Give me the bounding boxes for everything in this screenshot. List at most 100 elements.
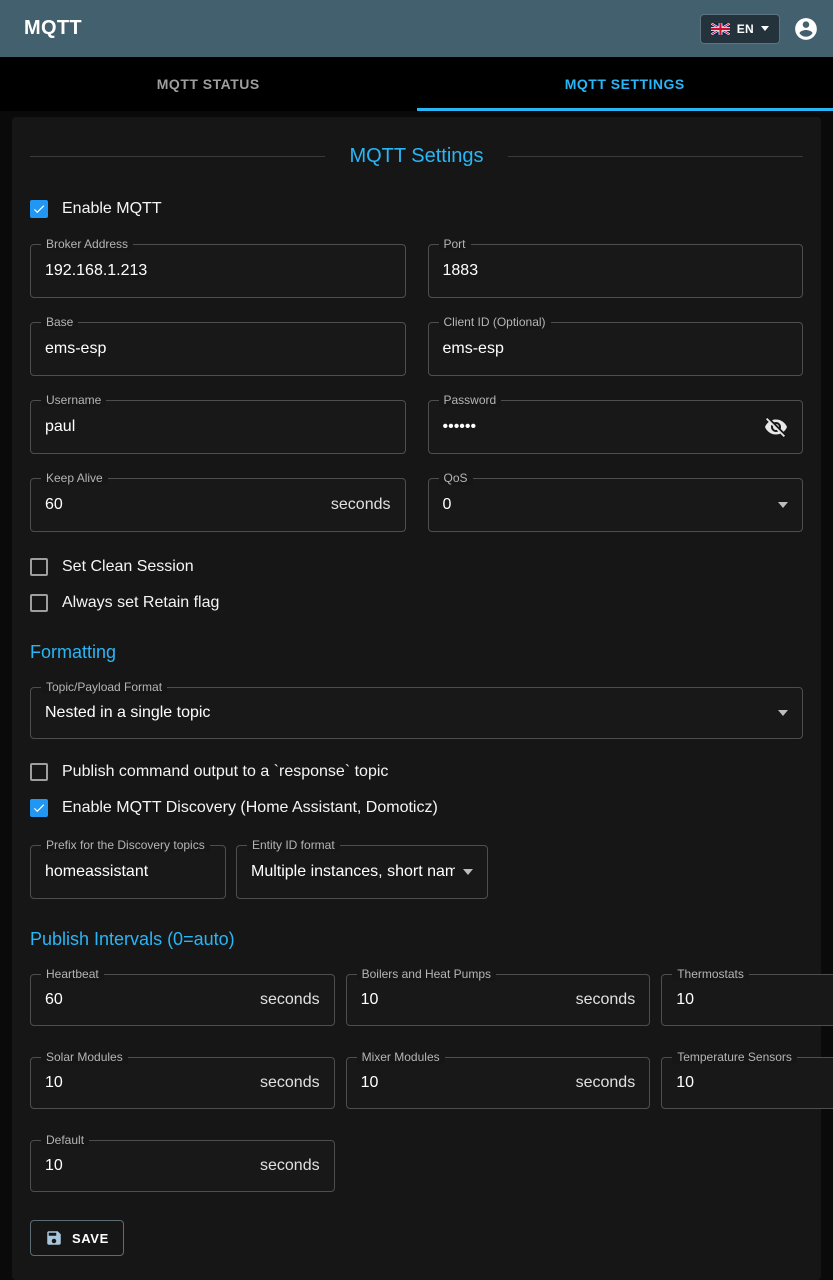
broker-address-input[interactable] — [45, 262, 391, 280]
uk-flag-icon — [711, 23, 730, 35]
settings-card: MQTT Settings Enable MQTT Broker Address… — [12, 117, 821, 1280]
field-label: QoS — [439, 472, 473, 485]
divider-line — [508, 156, 803, 157]
save-icon — [45, 1229, 63, 1247]
checkbox-icon — [30, 799, 48, 817]
checkbox-label: Always set Retain flag — [62, 594, 219, 612]
app-bar: MQTT EN — [0, 0, 833, 57]
field-label: Client ID (Optional) — [439, 316, 551, 329]
field-label: Password — [439, 394, 502, 407]
topic-format-selected-value: Nested in a single topic — [45, 704, 770, 722]
keep-alive-input[interactable] — [45, 496, 323, 514]
field-suffix: seconds — [260, 1157, 320, 1175]
discovery-prefix-field[interactable]: Prefix for the Discovery topics — [30, 845, 226, 899]
field-label: Solar Modules — [41, 1051, 128, 1064]
field-label: Topic/Payload Format — [41, 681, 167, 694]
thermostats-interval-field[interactable]: Thermostats seconds — [661, 974, 833, 1026]
port-field[interactable]: Port — [428, 244, 804, 298]
field-label: Broker Address — [41, 238, 133, 251]
field-suffix: seconds — [260, 991, 320, 1009]
username-field[interactable]: Username — [30, 400, 406, 454]
entity-id-format-selected-value: Multiple instances, short name — [251, 863, 455, 881]
publish-intervals-grid: Heartbeat seconds Boilers and Heat Pumps… — [30, 974, 803, 1192]
checkbox-icon — [30, 763, 48, 781]
qos-selected-value: 0 — [443, 496, 771, 514]
field-label: Entity ID format — [247, 839, 340, 852]
tab-bar: MQTT STATUS MQTT SETTINGS — [0, 57, 833, 111]
entity-id-format-select[interactable]: Entity ID format Multiple instances, sho… — [236, 845, 488, 899]
check-icon — [32, 201, 46, 217]
default-interval-field[interactable]: Default seconds — [30, 1140, 335, 1192]
field-label: Mixer Modules — [357, 1051, 445, 1064]
checkbox-icon — [30, 558, 48, 576]
heartbeat-interval-field[interactable]: Heartbeat seconds — [30, 974, 335, 1026]
qos-select[interactable]: QoS 0 — [428, 478, 804, 532]
account-button[interactable] — [793, 16, 819, 42]
boilers-interval-field[interactable]: Boilers and Heat Pumps seconds — [346, 974, 651, 1026]
language-selector[interactable]: EN — [700, 14, 780, 44]
checkbox-icon — [30, 594, 48, 612]
field-label: Port — [439, 238, 471, 251]
field-label: Boilers and Heat Pumps — [357, 968, 496, 981]
checkbox-label: Publish command output to a `response` t… — [62, 763, 388, 781]
temperature-sensors-interval-field[interactable]: Temperature Sensors seconds — [661, 1057, 833, 1109]
boilers-interval-input[interactable] — [361, 991, 568, 1009]
checkbox-icon — [30, 200, 48, 218]
field-label: Thermostats — [672, 968, 749, 981]
field-label: Default — [41, 1134, 89, 1147]
checkbox-label: Enable MQTT — [62, 200, 162, 218]
mqtt-discovery-checkbox[interactable]: Enable MQTT Discovery (Home Assistant, D… — [30, 799, 803, 817]
username-input[interactable] — [45, 418, 391, 436]
base-field[interactable]: Base — [30, 322, 406, 376]
clean-session-checkbox[interactable]: Set Clean Session — [30, 558, 803, 576]
mixer-modules-interval-input[interactable] — [361, 1074, 568, 1092]
dropdown-caret-icon — [778, 710, 788, 716]
visibility-off-icon — [764, 415, 788, 439]
heartbeat-interval-input[interactable] — [45, 991, 252, 1009]
client-id-input[interactable] — [443, 340, 789, 358]
account-circle-icon — [793, 16, 819, 42]
temperature-sensors-interval-input[interactable] — [676, 1074, 833, 1092]
save-button[interactable]: SAVE — [30, 1220, 124, 1256]
publish-intervals-section-header: Publish Intervals (0=auto) — [30, 929, 803, 950]
client-id-field[interactable]: Client ID (Optional) — [428, 322, 804, 376]
port-input[interactable] — [443, 262, 789, 280]
discovery-prefix-input[interactable] — [45, 863, 211, 881]
app-title: MQTT — [24, 17, 700, 40]
formatting-section-header: Formatting — [30, 642, 803, 663]
publish-response-checkbox[interactable]: Publish command output to a `response` t… — [30, 763, 803, 781]
solar-modules-interval-input[interactable] — [45, 1074, 252, 1092]
field-suffix: seconds — [576, 991, 636, 1009]
checkbox-label: Set Clean Session — [62, 558, 194, 576]
keep-alive-field[interactable]: Keep Alive seconds — [30, 478, 406, 532]
base-input[interactable] — [45, 340, 391, 358]
retain-flag-checkbox[interactable]: Always set Retain flag — [30, 594, 803, 612]
toggle-password-visibility-button[interactable] — [764, 415, 788, 439]
broker-address-field[interactable]: Broker Address — [30, 244, 406, 298]
password-input[interactable] — [443, 418, 757, 436]
field-label: Heartbeat — [41, 968, 104, 981]
discovery-options-row: Prefix for the Discovery topics Entity I… — [30, 845, 803, 899]
thermostats-interval-input[interactable] — [676, 991, 833, 1009]
field-label: Base — [41, 316, 78, 329]
field-suffix: seconds — [576, 1074, 636, 1092]
page-title-row: MQTT Settings — [30, 145, 803, 168]
connection-form: Broker Address Port Base Client ID (Opti… — [30, 244, 803, 532]
save-button-label: SAVE — [72, 1231, 109, 1246]
field-suffix: seconds — [331, 496, 391, 514]
password-field[interactable]: Password — [428, 400, 804, 454]
solar-modules-interval-field[interactable]: Solar Modules seconds — [30, 1057, 335, 1109]
mixer-modules-interval-field[interactable]: Mixer Modules seconds — [346, 1057, 651, 1109]
topic-format-select[interactable]: Topic/Payload Format Nested in a single … — [30, 687, 803, 739]
divider-line — [30, 156, 325, 157]
enable-mqtt-checkbox[interactable]: Enable MQTT — [30, 200, 803, 218]
field-label: Prefix for the Discovery topics — [41, 839, 210, 852]
field-label: Username — [41, 394, 106, 407]
language-label: EN — [737, 22, 754, 36]
tab-mqtt-status[interactable]: MQTT STATUS — [0, 57, 417, 111]
checkbox-label: Enable MQTT Discovery (Home Assistant, D… — [62, 799, 438, 817]
check-icon — [32, 800, 46, 816]
default-interval-input[interactable] — [45, 1157, 252, 1175]
tab-mqtt-settings[interactable]: MQTT SETTINGS — [417, 57, 833, 111]
field-label: Temperature Sensors — [672, 1051, 797, 1064]
